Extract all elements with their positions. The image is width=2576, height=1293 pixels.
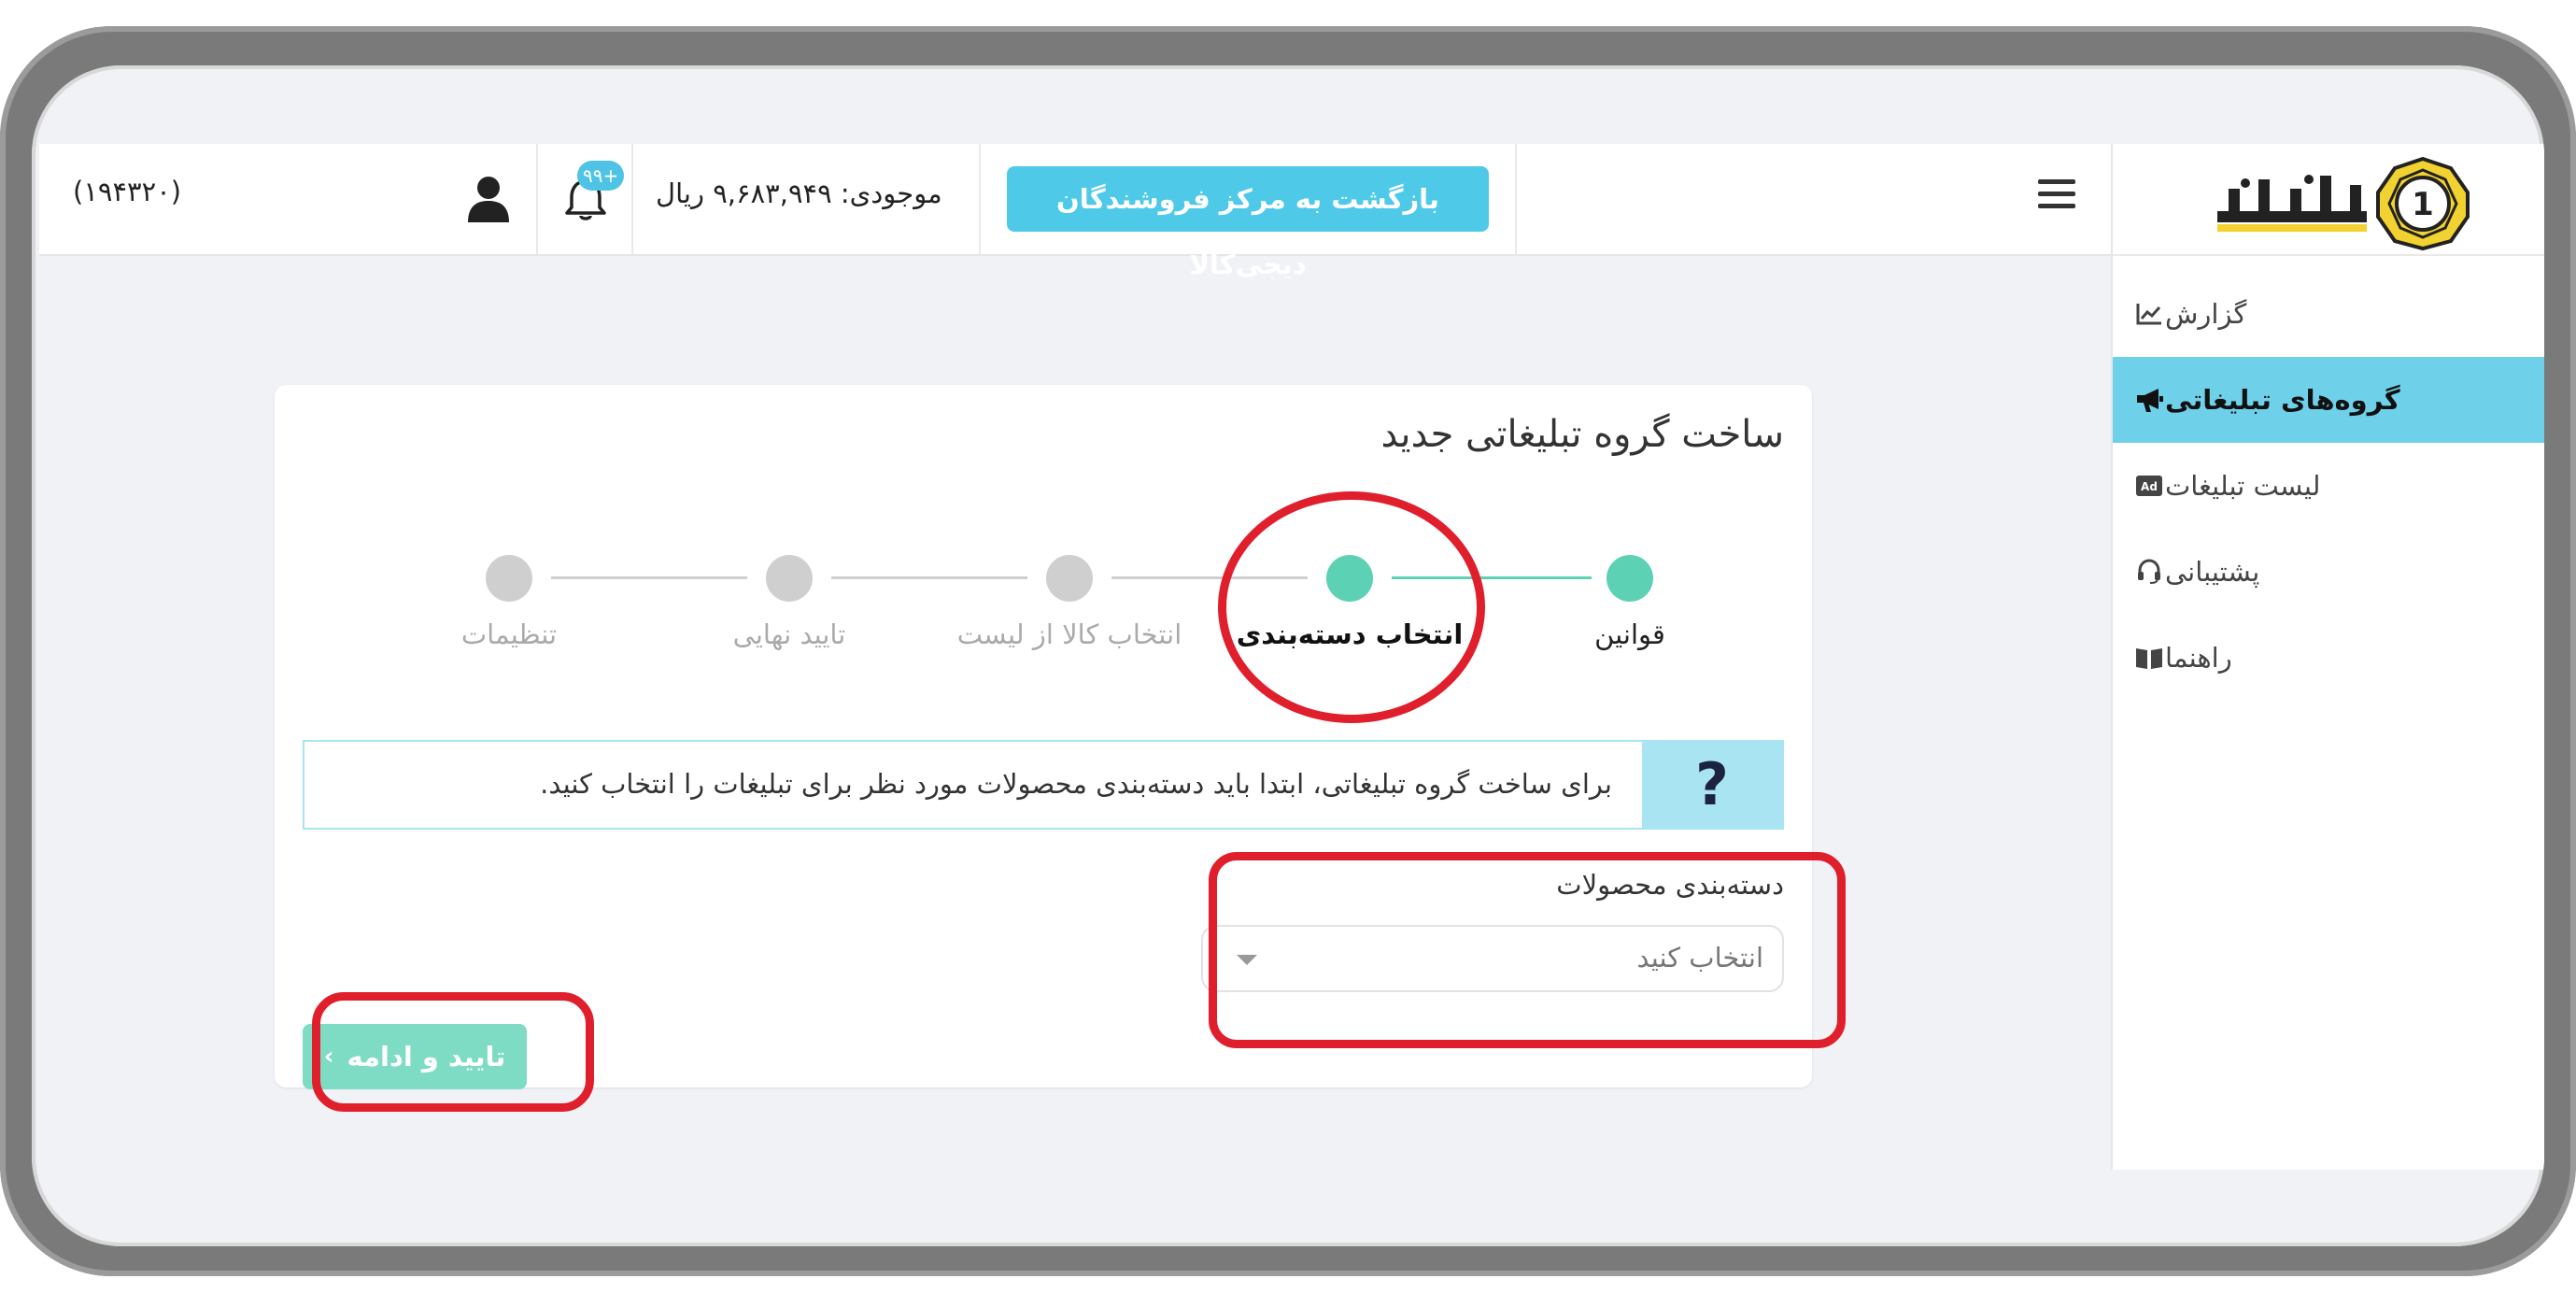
step-dot-rules	[1606, 555, 1653, 602]
sidebar-item-ad-groups[interactable]: گروه‌های تبلیغاتی	[2113, 357, 2544, 443]
stepper: قوانین انتخاب دسته‌بندی انتخاب کالا از ل…	[275, 385, 1812, 665]
highlight-box-continue	[312, 992, 594, 1112]
notification-badge: ۹۹+	[577, 161, 625, 191]
question-icon: ?	[1642, 742, 1782, 828]
highlight-circle	[1218, 491, 1485, 723]
info-box: ? برای ساخت گروه تبلیغاتی، ابتدا باید دس…	[303, 740, 1784, 830]
sidebar-item-label: لیست تبلیغات	[2165, 470, 2321, 502]
step-connector	[551, 576, 747, 579]
balance-text: موجودی: ۹,۶۸۳,۹۴۹ ریال	[656, 178, 942, 209]
step-label-final-confirm: تایید نهایی	[732, 618, 846, 650]
step-label-settings: تنظیمات	[460, 618, 558, 650]
sidebar-item-guide[interactable]: راهنما	[2113, 615, 2544, 701]
sidebar-item-ads-list[interactable]: Ad لیست تبلیغات	[2113, 443, 2544, 529]
step-label-rules: قوانین	[1594, 618, 1665, 650]
headset-icon	[2133, 556, 2165, 588]
sidebar-item-report[interactable]: گزارش	[2113, 271, 2544, 357]
step-connector	[831, 576, 1027, 579]
svg-text:1: 1	[2412, 186, 2434, 223]
step-dot-settings	[486, 555, 532, 602]
step-label-select-product: انتخاب کالا از لیست	[956, 618, 1182, 650]
sidebar-divider	[2113, 254, 2544, 256]
book-icon	[2133, 642, 2165, 674]
highlight-box-category	[1209, 852, 1846, 1048]
sidebar-menu: گزارش گروه‌های تبلیغاتی Ad لیست تبلیغات	[2113, 271, 2544, 701]
step-dot-final-confirm	[766, 555, 813, 602]
step-dot-select-product	[1046, 555, 1093, 602]
sidebar: 1 گزارش	[2111, 144, 2544, 1170]
menu-toggle-icon[interactable]	[2038, 179, 2075, 217]
top-header: (۱۹۴۳۲۰) ۹۹+ موجودی: ۹,۶۸۳,۹۴۹ ریال بازگ…	[39, 144, 2111, 280]
megaphone-icon	[2133, 384, 2165, 416]
header-divider	[536, 144, 538, 254]
sidebar-item-label: راهنما	[2165, 642, 2232, 674]
chart-line-icon	[2133, 298, 2165, 330]
user-id: (۱۹۴۳۲۰)	[73, 176, 182, 207]
ad-icon: Ad	[2133, 470, 2165, 502]
sidebar-item-label: گزارش	[2165, 298, 2247, 330]
back-to-seller-center-button[interactable]: بازگشت به مرکز فروشندگان دیجی‌کالا	[1007, 166, 1489, 280]
header-divider	[631, 144, 633, 254]
sidebar-item-label: پشتیبانی	[2165, 556, 2260, 588]
sidebar-item-label: گروه‌های تبلیغاتی	[2165, 384, 2400, 416]
info-text: برای ساخت گروه تبلیغاتی، ابتدا باید دسته…	[540, 768, 1612, 800]
yektanet-logo: 1	[2217, 156, 2470, 251]
svg-text:Ad: Ad	[2141, 480, 2158, 493]
sidebar-item-support[interactable]: پشتیبانی	[2113, 529, 2544, 615]
header-divider	[979, 144, 981, 254]
user-icon[interactable]	[465, 174, 512, 224]
header-divider	[1515, 144, 1517, 254]
